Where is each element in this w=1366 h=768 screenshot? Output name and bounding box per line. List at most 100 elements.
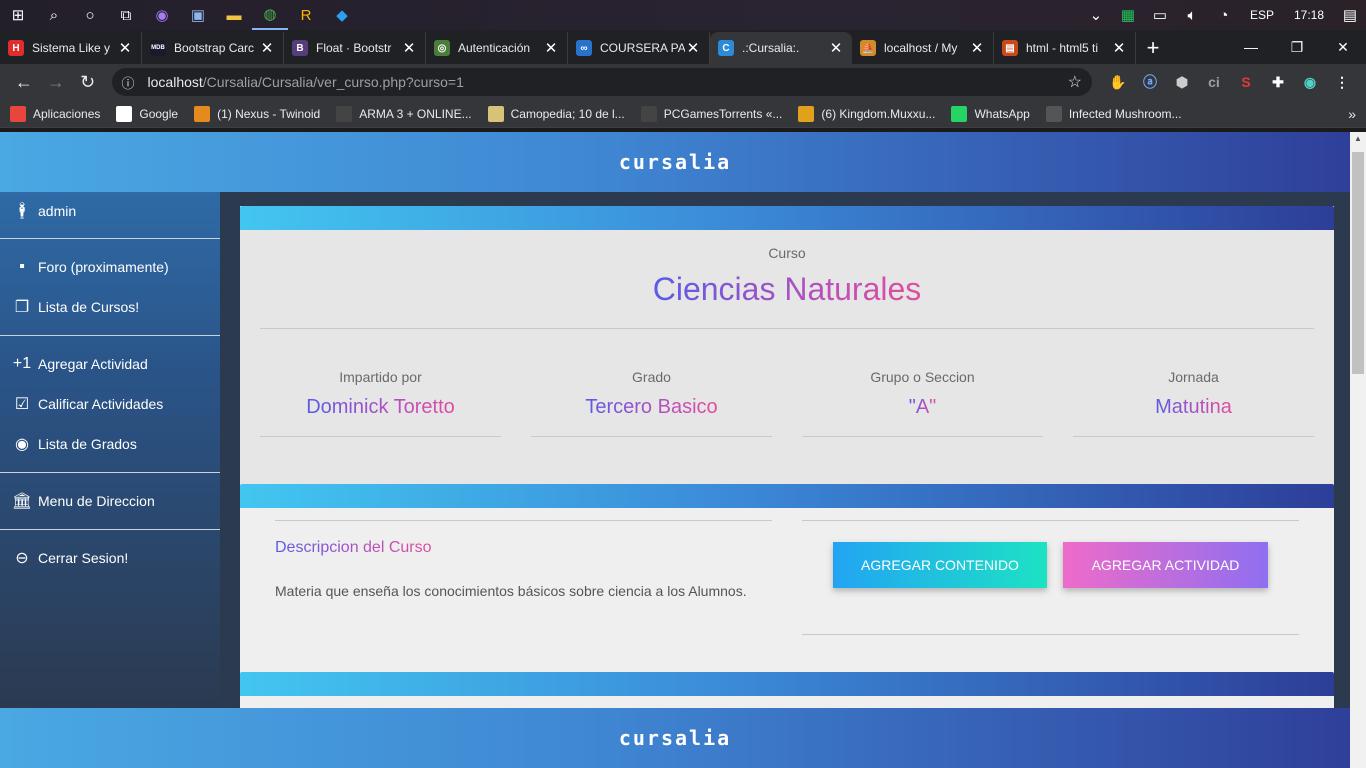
profile-avatar[interactable]: ◉ (1294, 68, 1326, 96)
info-teacher: Impartido por Dominick Toretto (260, 369, 501, 437)
browser-tab[interactable]: ▤ html - html5 ti ✕ (994, 32, 1136, 64)
browser-tab[interactable]: ◎ Autenticación ✕ (426, 32, 568, 64)
new-tab-button[interactable]: + (1136, 32, 1170, 64)
bookmark-item[interactable]: ARMA 3 + ONLINE... (336, 105, 472, 122)
sidebar-item-label: Lista de Grados (38, 436, 137, 452)
tray-app-icon[interactable]: ▦ (1112, 0, 1144, 30)
bookmark-item[interactable]: Infected Mushroom... (1045, 105, 1182, 122)
tab-close-icon[interactable]: ✕ (259, 39, 275, 57)
browser-tab[interactable]: C .:Cursalia:. ✕ (710, 32, 852, 64)
sidebar-user[interactable]: 🕴︎ admin (0, 192, 220, 230)
sidebar-item-calificar[interactable]: ☑ Calificar Actividades (0, 384, 220, 424)
actions-panel: AGREGAR CONTENIDO AGREGAR ACTIVIDAD (802, 520, 1299, 635)
reload-button[interactable]: ↻ (72, 66, 104, 98)
windows-icon[interactable]: ⊞ (0, 0, 36, 30)
address-bar[interactable]: ⓘ localhost/Cursalia/Cursalia/ver_curso.… (111, 68, 1092, 96)
adblock-icon[interactable]: ✋ (1102, 68, 1134, 96)
bookmark-icon (116, 105, 133, 122)
chevron-up-icon[interactable]: ⌄ (1080, 0, 1112, 30)
cortana-icon[interactable]: ○ (72, 0, 108, 30)
back-button[interactable]: ← (8, 66, 40, 98)
menu-icon[interactable]: ⋮ (1326, 68, 1358, 96)
info-shift: Jornada Matutina (1073, 369, 1314, 437)
page-scrollbar[interactable]: ▲ (1350, 132, 1366, 768)
bookmark-icon (194, 105, 211, 122)
wifi-icon[interactable]: ◔ (1208, 0, 1240, 30)
chrome-icon[interactable]: ◍ (252, 0, 288, 30)
add-content-button[interactable]: AGREGAR CONTENIDO (833, 542, 1047, 588)
language-indicator[interactable]: ESP (1240, 8, 1284, 22)
browser-tab[interactable]: B Float · Bootstr ✕ (284, 32, 426, 64)
sidebar-item-direccion[interactable]: 🏛︎ Menu de Direccion (0, 481, 220, 521)
maximize-button[interactable]: ❐ (1274, 30, 1320, 64)
tab-close-icon[interactable]: ✕ (685, 39, 701, 57)
photos-icon[interactable]: ▣ (180, 0, 216, 30)
bookmark-item[interactable]: (1) Nexus - Twinoid (194, 105, 320, 122)
tab-title: Autenticación (458, 41, 531, 55)
vscode-icon[interactable]: ◆ (324, 0, 360, 30)
task-view-icon[interactable]: ⧉ (108, 0, 144, 30)
scroll-up-icon[interactable]: ▲ (1350, 134, 1366, 146)
battery-icon[interactable]: ▭ (1144, 0, 1176, 30)
more-bookmarks-icon[interactable]: » (1348, 106, 1356, 122)
forward-button[interactable]: → (40, 66, 72, 98)
scrollbar-thumb[interactable] (1352, 152, 1364, 374)
close-window-button[interactable]: ✕ (1320, 30, 1366, 64)
browser-tab[interactable]: H Sistema Like y ✕ (0, 32, 142, 64)
browser-tab[interactable]: MDB Bootstrap Carc ✕ (142, 32, 284, 64)
bookmark-label: Aplicaciones (33, 106, 101, 121)
rockstar-icon[interactable]: R (288, 0, 324, 30)
tab-title: html - html5 ti (1026, 41, 1099, 55)
tab-close-icon[interactable]: ✕ (1111, 39, 1127, 57)
tab-close-icon[interactable]: ✕ (401, 39, 417, 57)
explorer-icon[interactable]: ▬ (216, 0, 252, 30)
bookmark-item[interactable]: Google (116, 105, 178, 122)
course-label: Curso (768, 245, 806, 261)
sidebar-item-label: Agregar Actividad (38, 356, 148, 372)
add-activity-button[interactable]: AGREGAR ACTIVIDAD (1063, 542, 1268, 588)
tab-close-icon[interactable]: ✕ (969, 39, 985, 57)
course-title: Ciencias Naturales (652, 271, 922, 307)
clock[interactable]: 17:18 (1284, 8, 1334, 22)
extension-a-icon[interactable]: ⓐ (1134, 68, 1166, 96)
bookmark-item[interactable]: Camopedia; 10 de l... (487, 105, 625, 122)
volume-icon[interactable]: 🔈︎ (1176, 0, 1208, 30)
info-section: Grupo o Seccion "A" (802, 369, 1043, 437)
info-label: Grado (632, 369, 671, 385)
bookmark-item[interactable]: WhatsApp (951, 105, 1030, 122)
bookmark-item[interactable]: Aplicaciones (10, 105, 101, 122)
info-icon[interactable]: ⓘ (122, 73, 140, 92)
sidebar-item-cerrar-sesion[interactable]: ⊖ Cerrar Sesion! (0, 538, 220, 578)
bookmark-star-icon[interactable]: ☆ (1068, 72, 1082, 92)
card-header-bar (240, 206, 1334, 230)
app-icon[interactable]: ◉ (144, 0, 180, 30)
cube-icon[interactable]: ⬢ (1166, 68, 1198, 96)
bookmark-item[interactable]: PCGamesTorrents «... (640, 105, 782, 122)
sidebar-item-label: Cerrar Sesion! (38, 550, 129, 566)
course-card: Curso Ciencias Naturales Impartido por D… (240, 206, 1334, 484)
tab-close-icon[interactable]: ✕ (543, 39, 559, 57)
notifications-icon[interactable]: ▤ (1334, 0, 1366, 30)
library-icon: ❐ (14, 299, 30, 316)
next-card (240, 672, 1334, 712)
s-extension-icon[interactable]: S (1230, 68, 1262, 96)
minimize-button[interactable]: — (1228, 30, 1274, 64)
sidebar-item-agregar-actividad[interactable]: +1 Agregar Actividad (0, 344, 220, 384)
windows-taskbar: ⊞ ⌕ ○ ⧉ ◉ ▣ ▬ ◍ R ◆ ⌄ ▦ ▭ 🔈︎ ◔ ESP 17:18… (0, 0, 1366, 30)
ci-icon[interactable]: ci (1198, 68, 1230, 96)
tab-close-icon[interactable]: ✕ (117, 39, 133, 57)
sidebar-user-label: admin (38, 203, 77, 219)
site-logo[interactable]: cursalia (619, 150, 731, 174)
sidebar-item-cursos[interactable]: ❐ Lista de Cursos! (0, 287, 220, 327)
browser-tab[interactable]: ⛵ localhost / My ✕ (852, 32, 994, 64)
search-icon[interactable]: ⌕ (36, 0, 72, 30)
sidebar-item-grados[interactable]: ◉ Lista de Grados (0, 424, 220, 464)
browser-tab[interactable]: ∞ COURSERA PA ✕ (568, 32, 710, 64)
tab-close-icon[interactable]: ✕ (828, 39, 844, 57)
bookmark-icon (487, 105, 504, 122)
bookmark-item[interactable]: (6) Kingdom.Muxxu... (798, 105, 935, 122)
bank-icon: 🏛︎ (11, 493, 33, 510)
sidebar-item-label: Lista de Cursos! (38, 299, 140, 315)
sidebar-item-foro[interactable]: ▪︎ Foro (proximamente) (0, 247, 220, 287)
extensions-icon[interactable]: ✚ (1262, 68, 1294, 96)
